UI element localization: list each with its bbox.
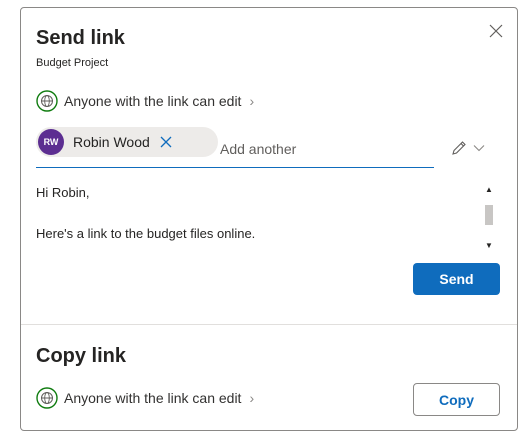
dialog-title: Send link [36,27,125,49]
globe-icon [36,387,58,409]
scroll-up-arrow-icon[interactable]: ▲ [483,184,495,194]
scroll-thumb[interactable] [485,205,493,225]
chevron-down-icon [473,145,485,152]
scroll-down-arrow-icon[interactable]: ▼ [483,240,495,250]
recipient-chip[interactable]: RW Robin Wood [36,127,218,157]
edit-permission-dropdown[interactable] [451,140,485,156]
send-link-dialog: Send link Budget Project Anyone with the… [20,7,518,431]
copy-link-title: Copy link [36,345,127,367]
recipients-field[interactable]: RW Robin Wood [36,127,434,168]
message-box[interactable]: Hi Robin, Here's a link to the budget fi… [36,178,476,253]
globe-icon [36,90,58,112]
chevron-right-icon: › [249,93,255,109]
link-permission-label: Anyone with the link can edit [64,93,242,109]
copy-link-permission-label: Anyone with the link can edit [64,390,242,406]
chevron-right-icon: › [249,390,255,406]
message-line: Here's a link to the budget files online… [36,226,256,241]
link-permission-button[interactable]: Anyone with the link can edit › [36,90,254,112]
copy-button[interactable]: Copy [413,383,500,416]
send-button[interactable]: Send [413,263,500,295]
file-name: Budget Project [36,57,109,69]
remove-recipient-icon[interactable] [160,136,172,148]
close-icon[interactable] [489,24,503,38]
add-another-input[interactable] [220,141,420,157]
recipient-name: Robin Wood [73,134,150,150]
message-line: Hi Robin, [36,185,90,200]
pencil-icon [452,141,466,155]
copy-link-permission-button[interactable]: Anyone with the link can edit › [36,387,254,409]
avatar: RW [38,129,64,155]
section-divider [21,324,517,325]
message-scrollbar[interactable]: ▲ ▼ [483,184,495,250]
